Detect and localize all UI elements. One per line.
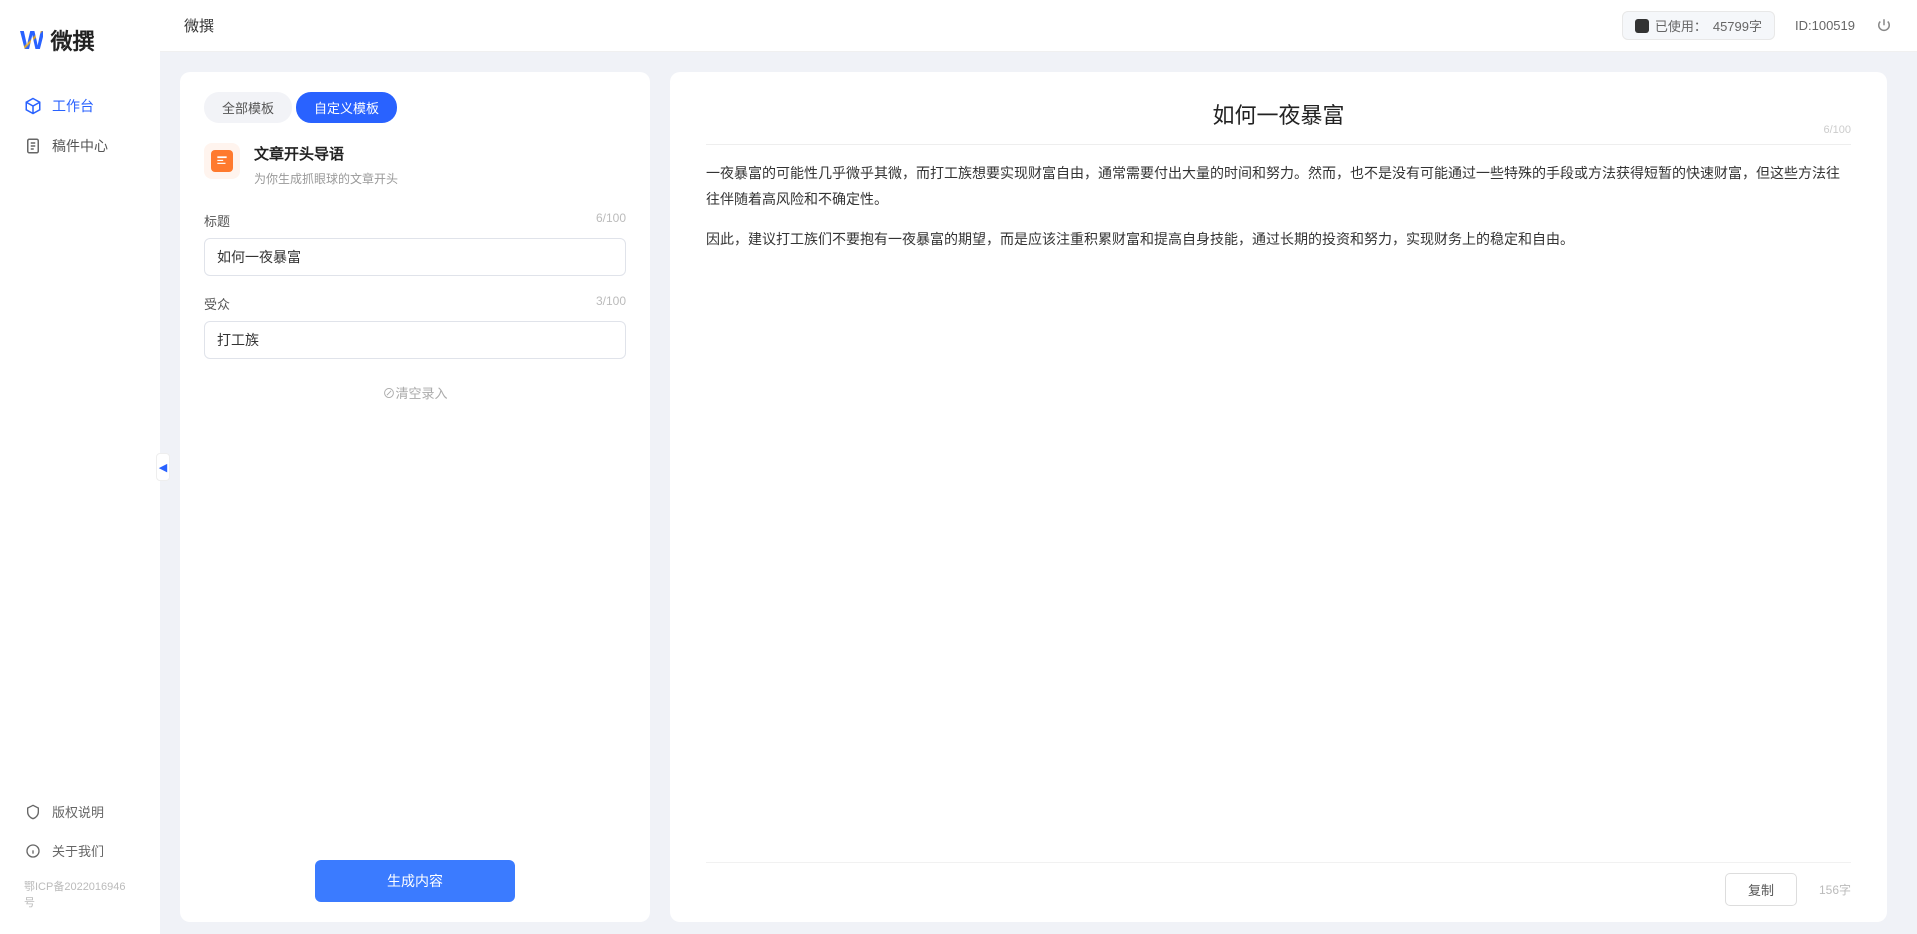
nav-label: 工作台: [52, 96, 94, 116]
sidebar-nav: 工作台 稿件中心: [0, 86, 160, 792]
nav-label: 关于我们: [52, 841, 104, 860]
output-title-row: 如何一夜暴富 6/100: [706, 98, 1851, 130]
field-title: 标题 6/100: [204, 211, 626, 276]
audience-label: 受众: [204, 294, 230, 313]
power-button[interactable]: [1875, 17, 1893, 35]
doc-icon: [24, 137, 42, 155]
shield-icon: [24, 803, 42, 821]
output-paragraph: 一夜暴富的可能性几乎微乎其微，而打工族想要实现财富自由，通常需要付出大量的时间和…: [706, 161, 1851, 213]
topbar-right: 已使用： 45799字 ID:100519: [1622, 11, 1893, 40]
brand-logo[interactable]: W 微撰: [20, 24, 140, 56]
sidebar-item-drafts[interactable]: 稿件中心: [8, 126, 152, 166]
logo-area: W 微撰: [0, 24, 160, 86]
form-panel: 全部模板 自定义模板 文章开头导语 为你生成抓眼球的文章开头: [180, 72, 650, 922]
output-body[interactable]: 一夜暴富的可能性几乎微乎其微，而打工族想要实现财富自由，通常需要付出大量的时间和…: [706, 161, 1851, 854]
template-icon: [204, 143, 240, 179]
main: 微撰 已使用： 45799字 ID:100519 全部模板 自定义模板: [160, 0, 1917, 934]
output-title: 如何一夜暴富: [706, 98, 1851, 130]
content-area: 全部模板 自定义模板 文章开头导语 为你生成抓眼球的文章开头: [160, 52, 1917, 934]
field-audience: 受众 3/100: [204, 294, 626, 359]
sidebar-collapse-button[interactable]: ◀: [156, 453, 170, 481]
title-counter: 6/100: [596, 211, 626, 230]
copy-button[interactable]: 复制: [1725, 873, 1797, 906]
nav-label: 版权说明: [52, 802, 104, 821]
template-header: 文章开头导语 为你生成抓眼球的文章开头: [204, 143, 626, 187]
info-icon: [24, 842, 42, 860]
sidebar-item-copyright[interactable]: 版权说明: [8, 792, 152, 831]
usage-value: 45799字: [1713, 16, 1762, 35]
tab-all-templates[interactable]: 全部模板: [204, 92, 292, 123]
template-tabs: 全部模板 自定义模板: [204, 92, 626, 123]
template-desc: 为你生成抓眼球的文章开头: [254, 170, 398, 187]
generate-button[interactable]: 生成内容: [315, 860, 515, 902]
output-paragraph: 因此，建议打工族们不要抱有一夜暴富的期望，而是应该注重积累财富和提高自身技能，通…: [706, 227, 1851, 253]
cube-icon: [24, 97, 42, 115]
audience-counter: 3/100: [596, 294, 626, 313]
tab-custom-templates[interactable]: 自定义模板: [296, 92, 397, 123]
logo-mark-icon: W: [20, 25, 43, 56]
sidebar-item-about[interactable]: 关于我们: [8, 831, 152, 870]
sidebar-item-workspace[interactable]: 工作台: [8, 86, 152, 126]
user-id: ID:100519: [1795, 18, 1855, 33]
article-intro-icon: [211, 150, 233, 172]
form-footer: 生成内容: [204, 844, 626, 902]
output-title-counter: 6/100: [1823, 124, 1851, 136]
template-meta: 文章开头导语 为你生成抓眼球的文章开头: [254, 143, 398, 187]
nav-label: 稿件中心: [52, 136, 108, 156]
text-icon: [1635, 19, 1649, 33]
usage-prefix: 已使用：: [1655, 16, 1707, 35]
audience-input[interactable]: [204, 321, 626, 359]
output-footer: 复制 156字: [706, 862, 1851, 906]
output-divider: [706, 144, 1851, 145]
template-name: 文章开头导语: [254, 143, 398, 164]
output-panel: 如何一夜暴富 6/100 一夜暴富的可能性几乎微乎其微，而打工族想要实现财富自由…: [670, 72, 1887, 922]
brand-name: 微撰: [51, 24, 95, 56]
icp-text: 鄂ICP备2022016946号: [8, 870, 152, 918]
usage-badge[interactable]: 已使用： 45799字: [1622, 11, 1775, 40]
clear-input-button[interactable]: ⊘清空录入: [204, 383, 626, 402]
title-input[interactable]: [204, 238, 626, 276]
sidebar: W 微撰 工作台 稿件中心 版权说: [0, 0, 160, 934]
sidebar-bottom: 版权说明 关于我们 鄂ICP备2022016946号: [0, 792, 160, 918]
topbar: 微撰 已使用： 45799字 ID:100519: [160, 0, 1917, 52]
page-title: 微撰: [184, 15, 214, 36]
chevron-left-icon: ◀: [159, 461, 167, 474]
app-root: W 微撰 工作台 稿件中心 版权说: [0, 0, 1917, 934]
word-count: 156字: [1819, 881, 1851, 898]
title-label: 标题: [204, 211, 230, 230]
